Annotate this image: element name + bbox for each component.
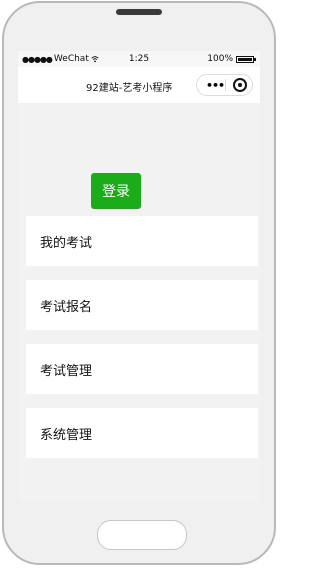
speaker [116,9,162,15]
page-title: 92建站-艺考小程序 [86,83,173,94]
battery-percent: 100% [207,54,233,64]
screen: ●●●●● WeChat 1:25 100% 92建站-艺考小程序 ••• 登录… [18,51,260,501]
menu-item-exam-management[interactable]: 考试管理 [26,344,258,394]
home-button[interactable] [97,520,187,550]
status-right: 100% [207,54,256,64]
phone-frame: ●●●●● WeChat 1:25 100% 92建站-艺考小程序 ••• 登录… [2,1,276,565]
menu-item-my-exams[interactable]: 我的考试 [26,216,258,266]
login-button[interactable]: 登录 [91,173,141,209]
battery-icon [236,55,256,63]
more-icon[interactable]: ••• [206,79,225,92]
nav-bar: 92建站-艺考小程序 ••• [18,67,260,103]
menu-item-system-management[interactable]: 系统管理 [26,408,258,458]
status-bar: ●●●●● WeChat 1:25 100% [18,51,260,67]
capsule-menu: ••• [196,74,253,96]
capsule-divider [225,79,226,91]
menu-item-exam-registration[interactable]: 考试报名 [26,280,258,330]
close-miniprogram-icon[interactable] [233,78,247,92]
battery-fill [238,57,252,61]
